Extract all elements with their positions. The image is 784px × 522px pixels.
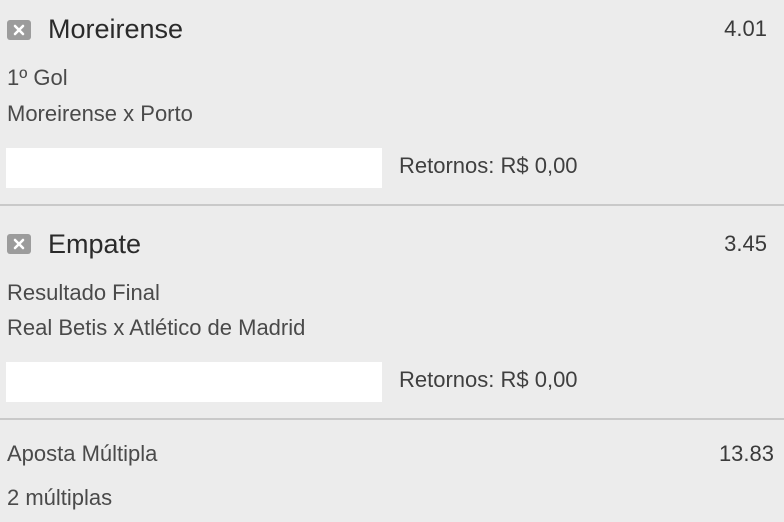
multiple-bet-title: Aposta Múltipla — [7, 441, 158, 466]
selection-name: Empate — [48, 229, 142, 259]
remove-selection-button[interactable] — [7, 20, 31, 40]
bet-slip-item: Moreirense 4.01 1º Gol Moreirense x Port… — [0, 0, 784, 206]
multiple-bet-section: Aposta Múltipla 13.83 2 múltiplas — [0, 420, 784, 522]
bet-slip-item: Empate 3.45 Resultado Final Real Betis x… — [0, 207, 784, 419]
selection-name: Moreirense — [48, 14, 184, 44]
selection-odds: 4.01 — [724, 16, 767, 41]
stake-input[interactable] — [6, 362, 382, 402]
market-name: Resultado Final — [7, 280, 160, 305]
multiple-bet-count[interactable]: 2 múltiplas — [7, 487, 112, 509]
selection-odds: 3.45 — [724, 231, 767, 256]
returns-label: Retornos: R$ 0,00 — [399, 367, 578, 392]
market-name: 1º Gol — [7, 65, 68, 90]
multiple-bet-odds: 13.83 — [718, 441, 774, 466]
event-name: Moreirense x Porto — [7, 101, 193, 126]
divider — [0, 204, 784, 206]
event-name: Real Betis x Atlético de Madrid — [7, 315, 306, 340]
returns-label: Retornos: R$ 0,00 — [399, 153, 578, 178]
remove-selection-button[interactable] — [7, 234, 31, 254]
stake-input[interactable] — [6, 148, 382, 188]
close-icon — [13, 24, 25, 36]
close-icon — [13, 238, 25, 250]
